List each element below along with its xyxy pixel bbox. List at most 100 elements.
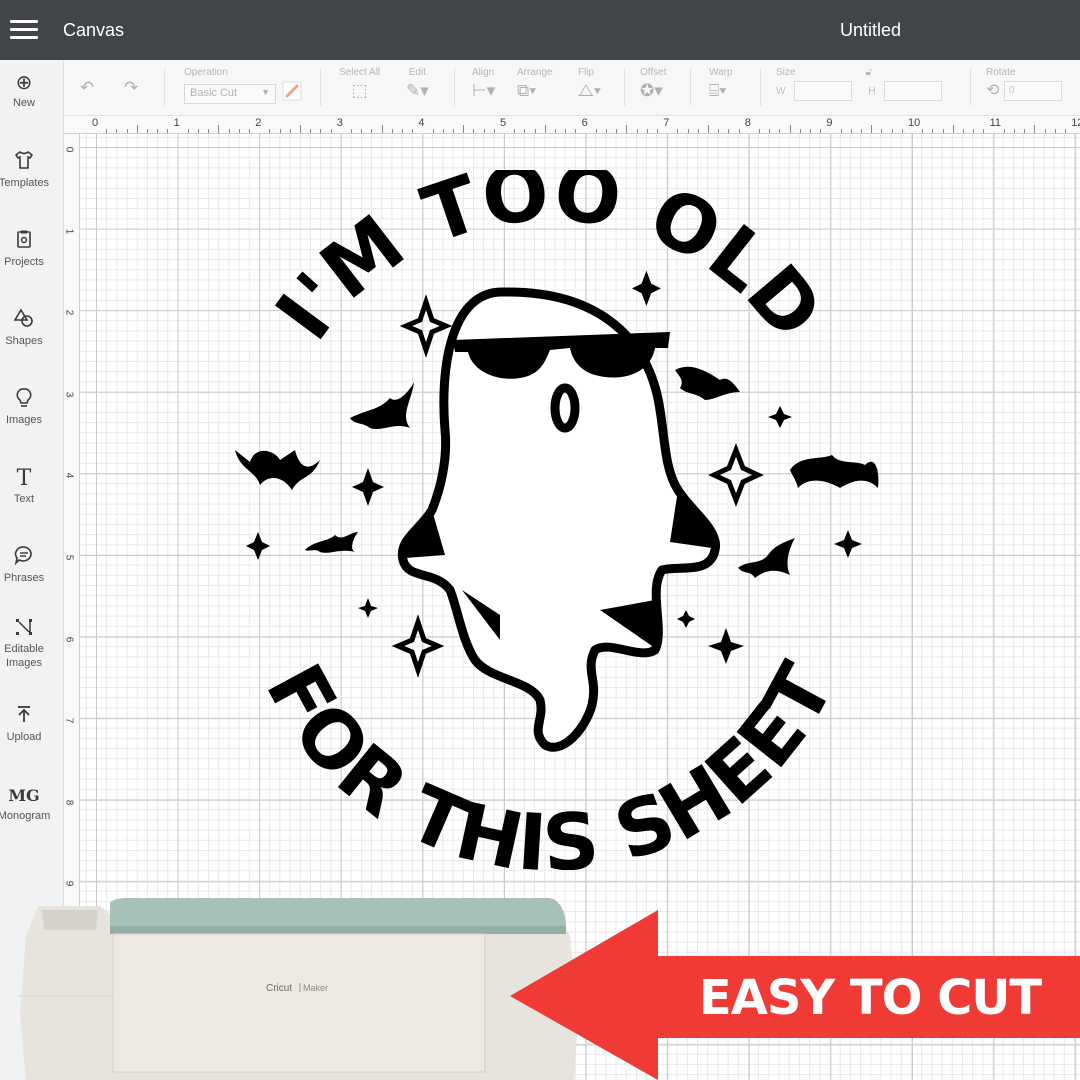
sidebar-item-label: Projects — [4, 256, 44, 268]
ruler-left-number: 9 — [63, 881, 75, 887]
sidebar-item-editable-images[interactable]: Editable Images — [0, 616, 48, 670]
app-header: Canvas Untitled — [0, 0, 1080, 60]
ruler-left-number: 6 — [63, 636, 75, 642]
ruler-top-number: 4 — [418, 117, 425, 129]
width-input[interactable] — [793, 81, 852, 101]
text-icon: T — [16, 466, 32, 491]
pencil-icon: ✎▾ — [406, 81, 429, 100]
document-title[interactable]: Untitled — [840, 20, 901, 41]
size-label: Size — [776, 67, 796, 78]
sidebar-item-label: Monogram — [0, 810, 51, 822]
ruler-top-number: 6 — [581, 117, 588, 129]
ruler-top-number: 12 — [1071, 117, 1080, 129]
sidebar-item-new[interactable]: ⊕ New — [0, 70, 48, 110]
rotate-control: Rotate ⟲ 0 — [986, 67, 1062, 101]
ruler-left-number: 5 — [63, 554, 75, 561]
plus-circle-icon: ⊕ — [15, 72, 33, 94]
sidebar-item-text[interactable]: T Text — [0, 466, 48, 506]
ruler-left-number: 8 — [63, 799, 75, 806]
arrange-icon: ⧉▾ — [517, 81, 537, 100]
ghost-design[interactable]: I'M TOO OLD FOR THIS SHEET — [200, 170, 900, 870]
sidebar-item-upload[interactable]: Upload — [0, 704, 48, 744]
sidebar-item-label: Editable Images — [4, 643, 44, 669]
ruler-top-number: 1 — [173, 117, 180, 129]
projects-icon — [0, 229, 48, 255]
ruler-left-number: 1 — [63, 228, 75, 234]
undo-icon: ↶ — [80, 78, 95, 97]
height-input[interactable] — [884, 81, 943, 101]
align-label: Align — [472, 67, 495, 78]
sidebar-item-shapes[interactable]: Shapes — [0, 308, 48, 348]
rotate-input[interactable]: 0 — [1003, 80, 1062, 101]
operation-value: Basic Cut — [190, 86, 238, 99]
banner-text: EASY TO CUT — [698, 970, 1042, 1026]
tshirt-icon — [0, 150, 48, 176]
menu-icon[interactable] — [10, 20, 38, 40]
sidebar-item-label: Templates — [0, 177, 50, 189]
offset-label: Offset — [640, 67, 667, 78]
select-all-icon: ⬚ — [351, 81, 368, 100]
ghost-body — [397, 287, 720, 752]
ruler-top-number: 8 — [744, 117, 751, 129]
ruler-top-number: 11 — [989, 117, 1002, 129]
ghost-mouth — [550, 383, 580, 433]
arrange-label: Arrange — [517, 67, 553, 78]
horizontal-ruler: 0123456789101112 — [64, 116, 1080, 134]
warp-label: Warp — [709, 67, 733, 78]
undo-button[interactable]: ↶ — [80, 78, 94, 98]
monogram-icon: MG — [8, 786, 40, 805]
select-all-label: Select All — [339, 67, 381, 78]
edit-button[interactable]: Edit ✎▾ — [406, 67, 429, 101]
ruler-left-number: 4 — [63, 473, 75, 479]
offset-button[interactable]: Offset ✪▾ — [640, 67, 667, 101]
app-title: Canvas — [63, 20, 125, 40]
ruler-left-number: 2 — [63, 309, 75, 316]
arrange-button[interactable]: Arrange ⧉▾ — [517, 67, 553, 101]
operation-select[interactable]: Basic Cut ▼ — [184, 83, 276, 104]
height-label: H — [868, 85, 876, 97]
sidebar-item-label: Phrases — [3, 572, 45, 584]
lock-icon[interactable]: 🔓︎ — [865, 67, 871, 78]
offset-icon: ✪▾ — [640, 81, 663, 100]
operation-control: Operation Basic Cut ▼ — [184, 67, 302, 106]
ruler-top-number: 7 — [663, 117, 670, 129]
cricut-machine-image: Cricut Maker — [18, 898, 578, 1080]
sidebar-item-projects[interactable]: Projects — [0, 229, 48, 269]
edit-label: Edit — [408, 67, 426, 78]
sidebar-item-monogram[interactable]: MG Monogram — [0, 783, 50, 823]
select-all-button[interactable]: Select All ⬚ — [339, 67, 380, 101]
sidebar-item-label: Images — [5, 414, 43, 426]
edit-toolbar: ↶ ↷ Operation Basic Cut ▼ Select All ⬚ E… — [64, 60, 1080, 116]
size-control: Size 🔓︎ W H — [776, 67, 943, 101]
sidebar-item-templates[interactable]: Templates — [0, 150, 49, 190]
flip-icon: ⧍▾ — [578, 81, 601, 100]
pen-color-swatch-icon[interactable] — [282, 81, 302, 106]
sidebar-item-label: Text — [13, 493, 35, 505]
sidebar-item-phrases[interactable]: Phrases — [0, 545, 48, 585]
rotate-label: Rotate — [986, 67, 1016, 78]
ruler-top-number: 9 — [826, 117, 833, 129]
ruler-top-number: 0 — [92, 117, 99, 129]
ruler-top-number: 3 — [336, 117, 343, 129]
ghost-illustration — [397, 287, 720, 752]
warp-icon: ⌸▾ — [709, 81, 727, 100]
width-label: W — [776, 85, 786, 97]
ruler-top-number: 5 — [500, 117, 507, 129]
align-icon: ⊢▾ — [472, 81, 496, 100]
caret-down-icon: ▼ — [261, 86, 270, 97]
redo-button[interactable]: ↷ — [124, 78, 138, 98]
redo-icon: ↷ — [124, 78, 139, 97]
sidebar-item-images[interactable]: Images — [0, 387, 48, 427]
ruler-top-number: 2 — [255, 117, 262, 129]
align-button[interactable]: Align ⊢▾ — [472, 67, 495, 101]
flip-label: Flip — [578, 67, 595, 78]
editable-images-icon — [0, 616, 48, 642]
sidebar-item-label: Upload — [6, 731, 42, 743]
speech-bubble-icon — [0, 545, 48, 571]
flip-button[interactable]: Flip ⧍▾ — [578, 67, 601, 101]
rotate-icon: ⟲ — [986, 82, 1000, 99]
warp-button[interactable]: Warp ⌸▾ — [709, 67, 733, 101]
machine-brand: Cricut — [266, 983, 292, 994]
sidebar-item-label: Shapes — [5, 335, 43, 347]
sidebar-item-label: New — [12, 97, 35, 109]
